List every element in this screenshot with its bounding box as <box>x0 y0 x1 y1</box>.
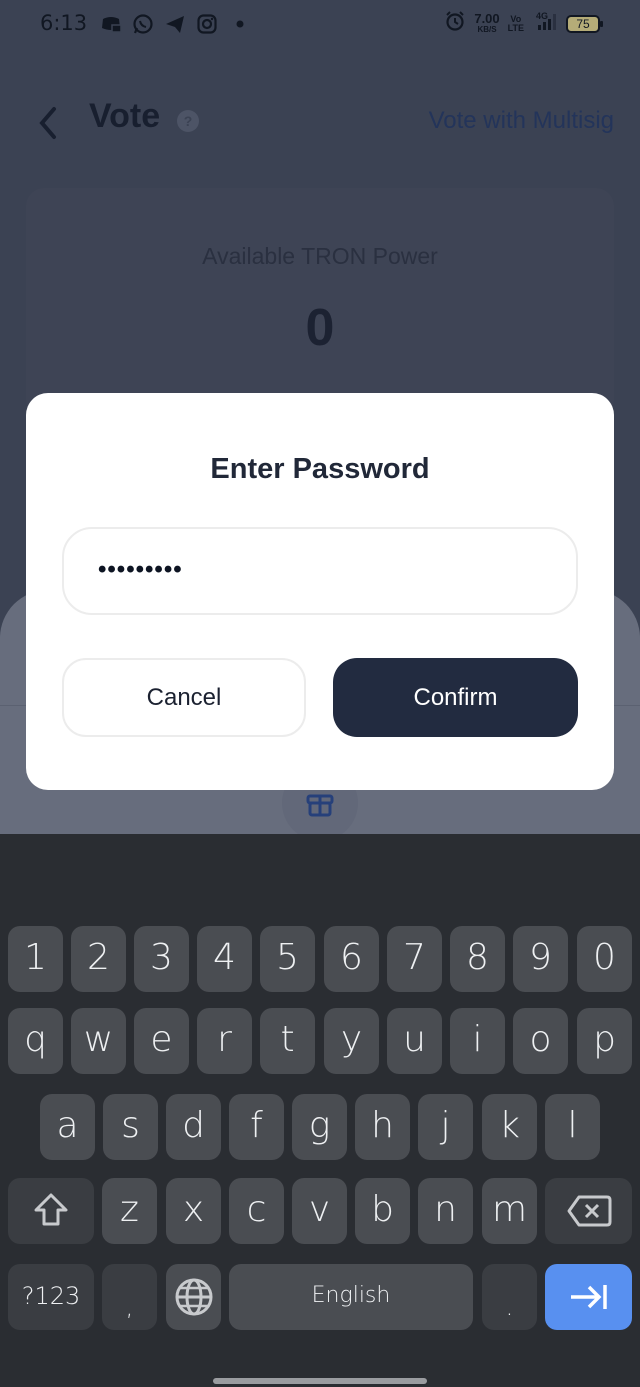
next-key[interactable] <box>545 1264 632 1330</box>
comma-key[interactable]: , <box>102 1264 157 1330</box>
space-key[interactable]: English <box>229 1264 473 1330</box>
cancel-button[interactable]: Cancel <box>62 658 306 737</box>
key-z[interactable]: z <box>102 1178 157 1244</box>
dot-icon <box>228 13 250 35</box>
page-header: Vote ? Vote with Multisig <box>0 95 640 150</box>
key-2[interactable]: 2 <box>71 926 126 992</box>
key-q[interactable]: q <box>8 1008 63 1074</box>
password-input[interactable]: ••••••••• <box>62 527 578 615</box>
instagram-icon <box>196 13 218 35</box>
volte-indicator: Vo LTE <box>507 13 524 33</box>
notification-icons <box>100 13 250 35</box>
page-title: Vote <box>89 97 161 135</box>
key-n[interactable]: n <box>418 1178 473 1244</box>
vote-with-multisig-link[interactable]: Vote with Multisig <box>429 107 614 135</box>
dialog-title: Enter Password <box>210 453 430 485</box>
password-dialog: Enter Password ••••••••• Cancel Confirm <box>26 393 614 790</box>
key-h[interactable]: h <box>355 1094 410 1160</box>
symbols-key[interactable]: ?123 <box>8 1264 94 1330</box>
key-b[interactable]: b <box>355 1178 410 1244</box>
key-a[interactable]: a <box>40 1094 95 1160</box>
tron-power-value: 0 <box>305 299 335 357</box>
globe-icon <box>175 1278 212 1316</box>
alarm-icon <box>444 10 466 37</box>
svg-text:4G: 4G <box>536 11 548 21</box>
key-g[interactable]: g <box>292 1094 347 1160</box>
key-3[interactable]: 3 <box>134 926 189 992</box>
language-key[interactable] <box>166 1264 221 1330</box>
gesture-nav-handle[interactable] <box>213 1378 427 1384</box>
key-c[interactable]: c <box>229 1178 284 1244</box>
shift-key[interactable] <box>8 1178 94 1244</box>
status-time: 6:13 <box>40 11 88 35</box>
chevron-left-icon <box>39 107 56 139</box>
key-y[interactable]: y <box>324 1008 379 1074</box>
status-bar: 6:13 7.00 KB/S Vo LTE 4G 75 <box>0 0 640 50</box>
keyboard-row-space: ?123 , English . <box>0 1264 640 1334</box>
key-5[interactable]: 5 <box>260 926 315 992</box>
whatsapp-icon <box>132 13 154 35</box>
key-i[interactable]: i <box>450 1008 505 1074</box>
keyboard-row-bottom: z x c v b n m <box>0 1178 640 1248</box>
key-m[interactable]: m <box>482 1178 537 1244</box>
tron-power-card: Available TRON Power 0 <box>26 188 614 418</box>
keyboard-row-middle: a s d f g h j k l <box>0 1094 640 1164</box>
key-0[interactable]: 0 <box>577 926 632 992</box>
key-p[interactable]: p <box>577 1008 632 1074</box>
key-9[interactable]: 9 <box>513 926 568 992</box>
key-s[interactable]: s <box>103 1094 158 1160</box>
key-o[interactable]: o <box>513 1008 568 1074</box>
keyboard: 1 2 3 4 5 6 7 8 9 0 q w e r t y u i o p … <box>0 834 640 1387</box>
key-l[interactable]: l <box>545 1094 600 1160</box>
tron-power-label: Available TRON Power <box>202 243 438 269</box>
key-6[interactable]: 6 <box>324 926 379 992</box>
tab-next-icon <box>570 1285 607 1309</box>
key-k[interactable]: k <box>482 1094 537 1160</box>
shift-icon <box>34 1193 68 1226</box>
key-1[interactable]: 1 <box>8 926 63 992</box>
key-r[interactable]: r <box>197 1008 252 1074</box>
key-x[interactable]: x <box>166 1178 221 1244</box>
key-d[interactable]: d <box>166 1094 221 1160</box>
gift-icon <box>306 794 334 817</box>
key-v[interactable]: v <box>292 1178 347 1244</box>
key-t[interactable]: t <box>260 1008 315 1074</box>
key-8[interactable]: 8 <box>450 926 505 992</box>
key-j[interactable]: j <box>418 1094 473 1160</box>
back-button[interactable] <box>32 103 62 143</box>
battery-indicator: 75 <box>566 14 603 33</box>
key-f[interactable]: f <box>229 1094 284 1160</box>
backspace-icon <box>567 1195 611 1227</box>
signal-icon: 4G <box>532 10 558 37</box>
help-icon[interactable]: ? <box>177 110 199 132</box>
keyboard-row-top: q w e r t y u i o p <box>0 1008 640 1078</box>
key-u[interactable]: u <box>387 1008 442 1074</box>
key-7[interactable]: 7 <box>387 926 442 992</box>
discord-icon <box>100 13 122 35</box>
period-key[interactable]: . <box>482 1264 537 1330</box>
backspace-key[interactable] <box>545 1178 632 1244</box>
keyboard-row-numbers: 1 2 3 4 5 6 7 8 9 0 <box>0 926 640 996</box>
net-speed: 7.00 KB/S <box>474 10 500 34</box>
key-4[interactable]: 4 <box>197 926 252 992</box>
confirm-button[interactable]: Confirm <box>333 658 578 737</box>
system-icons: 7.00 KB/S Vo LTE 4G 75 <box>444 10 603 37</box>
key-e[interactable]: e <box>134 1008 189 1074</box>
telegram-icon <box>164 13 186 35</box>
key-w[interactable]: w <box>71 1008 126 1074</box>
